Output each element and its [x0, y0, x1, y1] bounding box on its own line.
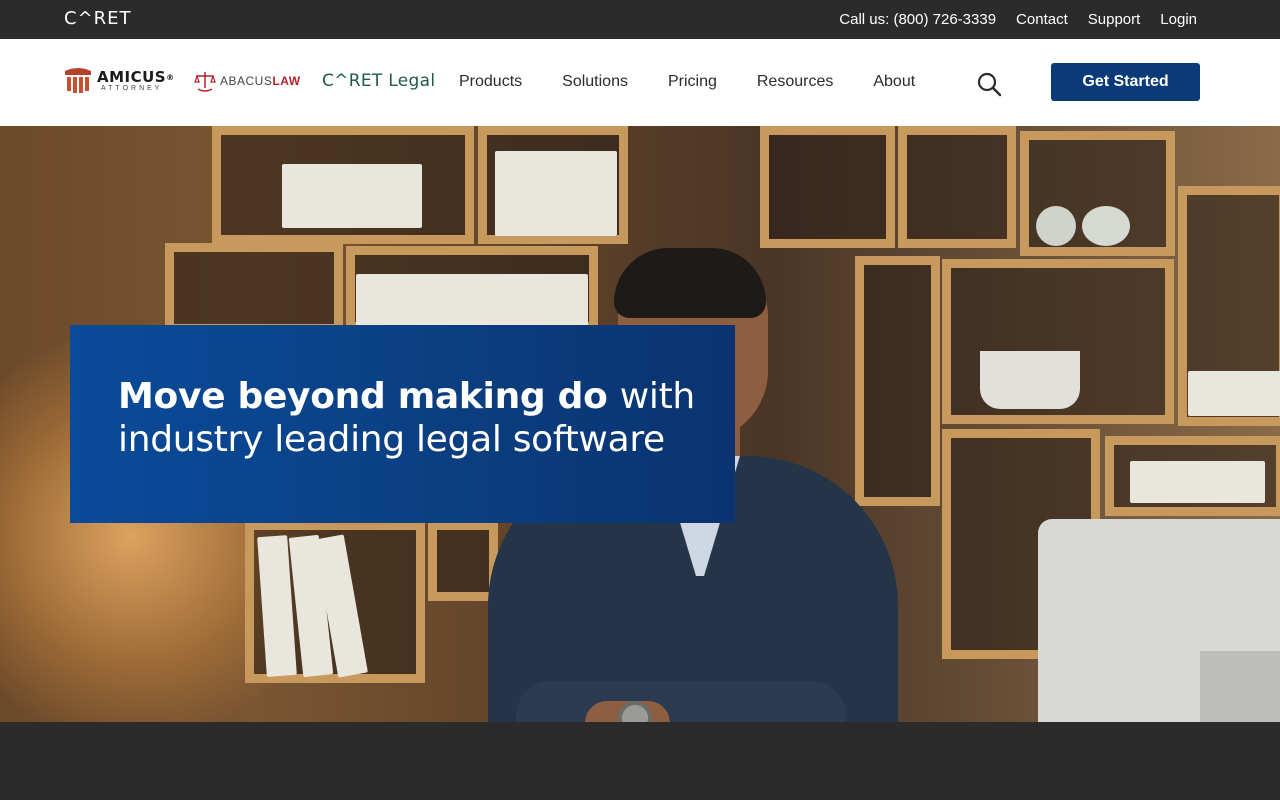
contact-link[interactable]: Contact	[1016, 10, 1068, 30]
nav-products[interactable]: Products	[459, 72, 522, 92]
legal-word: Legal	[388, 71, 436, 91]
top-utility-bar: C^RET Call us: (800) 726-3339 Contact Su…	[0, 0, 1280, 39]
caret-top-logo[interactable]: C^RET	[64, 9, 132, 29]
search-icon[interactable]	[976, 71, 1002, 97]
abacuslaw-logo[interactable]: ABACUSLAW	[194, 61, 301, 101]
hero-headline-bold: Move beyond making do	[118, 376, 608, 417]
person-arms	[516, 681, 846, 722]
shelf-cube	[898, 126, 1016, 248]
shelf-cube	[165, 243, 343, 333]
decor-vase	[1036, 206, 1076, 246]
person-hair	[614, 248, 766, 318]
amicus-name: AMICUS	[97, 67, 167, 86]
abacus-suffix: LAW	[272, 74, 301, 88]
caret-word: C^RET	[322, 71, 383, 91]
monitor-stand	[1200, 651, 1280, 722]
amicus-registered: ®	[166, 72, 175, 82]
amicus-sub: ATTORNEY	[101, 84, 163, 92]
hero-message-card: Move beyond making do with industry lead…	[70, 325, 735, 523]
scales-icon	[194, 72, 216, 92]
below-hero-band	[0, 722, 1280, 800]
amicus-attorney-logo[interactable]: AMICUS® ATTORNEY	[63, 61, 175, 101]
hero-section: Move beyond making do with industry lead…	[0, 126, 1280, 722]
nav-resources[interactable]: Resources	[757, 72, 833, 92]
decor-binder	[282, 164, 422, 228]
top-links: Call us: (800) 726-3339 Contact Support …	[839, 10, 1197, 30]
nav-pricing[interactable]: Pricing	[668, 72, 717, 92]
decor-box	[1188, 371, 1280, 416]
caret-legal-logo[interactable]: C^RET Legal	[322, 61, 435, 101]
nav-about[interactable]: About	[873, 72, 915, 92]
nav-solutions[interactable]: Solutions	[562, 72, 628, 92]
login-link[interactable]: Login	[1160, 10, 1197, 30]
abacus-wordmark: ABACUSLAW	[220, 74, 301, 88]
get-started-button[interactable]: Get Started	[1051, 63, 1200, 101]
decor-box	[495, 151, 617, 236]
phone-link[interactable]: Call us: (800) 726-3339	[839, 10, 996, 30]
caret-legal-wordmark: C^RET Legal	[322, 71, 435, 91]
shelf-cube	[428, 521, 498, 601]
decor-vase	[1082, 206, 1130, 246]
main-navigation: AMICUS® ATTORNEY ABACUSLAW C^RET Legal P…	[0, 39, 1280, 126]
shelf-cube	[760, 126, 895, 248]
hero-headline: Move beyond making do with industry lead…	[118, 375, 718, 461]
abacus-prefix: ABACUS	[220, 74, 273, 88]
decor-bowl	[980, 351, 1080, 409]
amicus-shield-icon	[65, 68, 91, 93]
support-link[interactable]: Support	[1088, 10, 1141, 30]
decor-stack	[1130, 461, 1265, 503]
decor-binder	[356, 274, 588, 329]
amicus-wordmark: AMICUS® ATTORNEY	[97, 67, 175, 93]
shelf-cube	[855, 256, 940, 506]
primary-nav-items: Products Solutions Pricing Resources Abo…	[459, 72, 915, 92]
